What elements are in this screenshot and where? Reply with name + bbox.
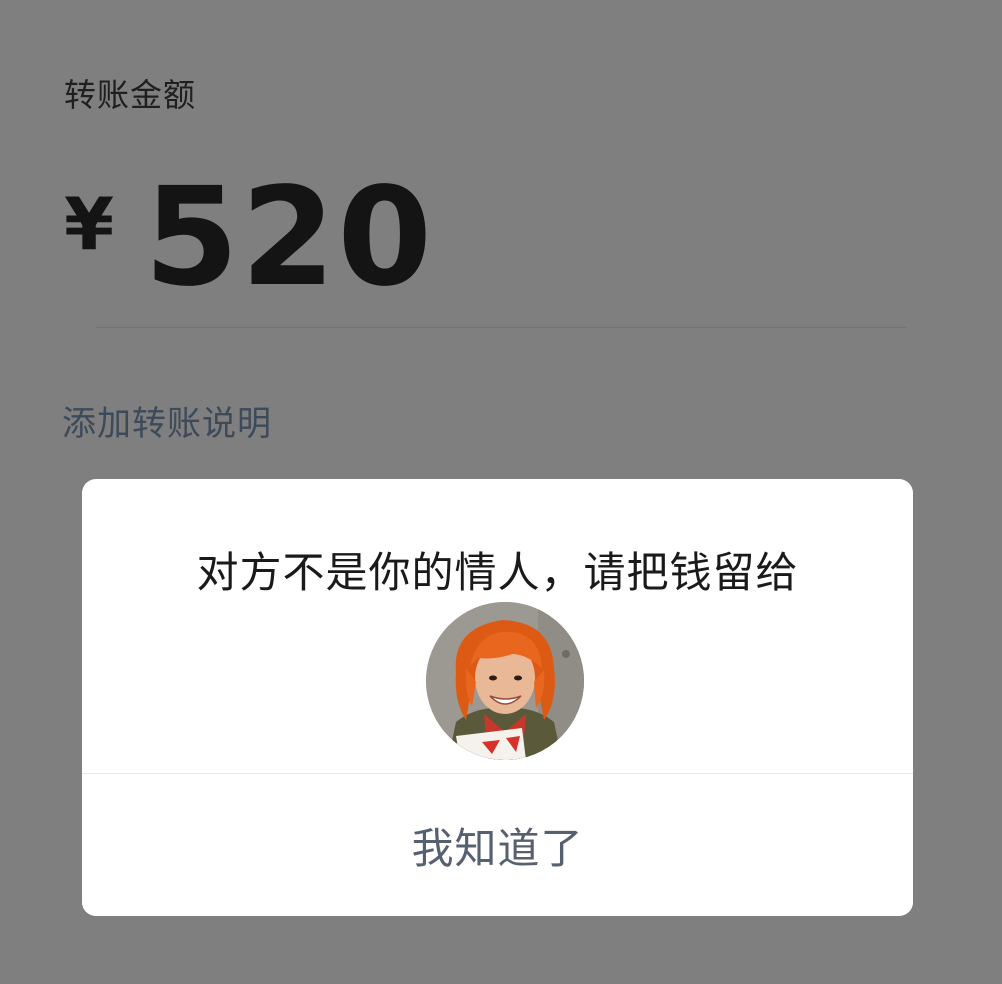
transfer-screen: 转账金额 ¥ 520 添加转账说明 对方不是你的情人，请把钱留给 我知道了 bbox=[0, 0, 1002, 984]
amount-value: 520 bbox=[144, 159, 434, 317]
dialog-message: 对方不是你的情人，请把钱留给 bbox=[196, 548, 799, 597]
avatar bbox=[426, 602, 584, 760]
amount-display[interactable]: ¥ 520 bbox=[64, 170, 434, 306]
person-photo-icon bbox=[426, 602, 584, 760]
amount-label: 转账金额 bbox=[64, 76, 197, 114]
currency-symbol: ¥ bbox=[64, 182, 115, 266]
add-transfer-note-link[interactable]: 添加转账说明 bbox=[62, 396, 272, 445]
acknowledge-button[interactable]: 我知道了 bbox=[82, 774, 913, 916]
alert-dialog: 对方不是你的情人，请把钱留给 我知道了 bbox=[82, 479, 913, 916]
amount-divider bbox=[96, 327, 906, 328]
